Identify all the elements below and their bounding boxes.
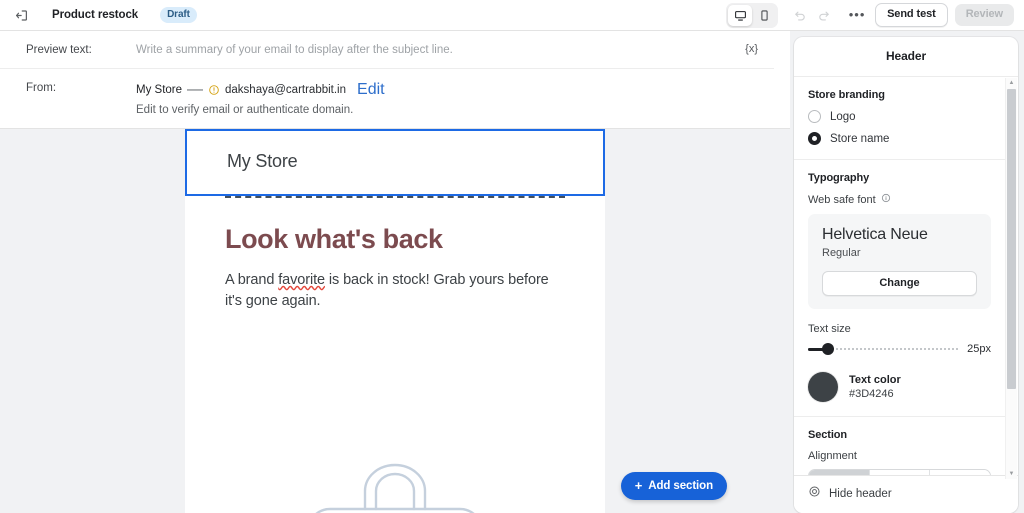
web-safe-font-label: Web safe font [808,193,876,206]
hide-header-button[interactable]: Hide header [794,475,1018,513]
preview-mode-toggle [726,2,779,28]
radio-option-store-name[interactable]: Store name [808,132,991,145]
merge-variable-icon[interactable]: {x} [745,43,758,55]
page-title: Product restock [52,9,139,21]
text-color-label: Text color [849,374,901,386]
email-meta-fields: Preview text: Write a summary of your em… [0,31,790,129]
panel-scroll-area: Store branding Logo Store name Typograph… [794,77,1018,475]
top-toolbar: Product restock Draft ••• Send test Revi… [0,0,1024,31]
email-editor-app: Product restock Draft ••• Send test Revi… [0,0,1024,513]
warning-icon [208,84,220,96]
from-label: From: [26,82,57,94]
panel-title: Header [794,37,1018,77]
from-email: dakshaya@cartrabbit.in [225,84,347,96]
from-row: From: My Store — dakshaya@cartrabbit.in … [0,68,774,128]
align-left-icon[interactable] [809,470,870,475]
from-line: My Store — dakshaya@cartrabbit.in Edit [136,81,385,99]
font-name: Helvetica Neue [822,226,928,243]
text-color-swatch[interactable] [808,372,838,402]
exit-icon[interactable] [10,4,32,26]
change-font-button[interactable]: Change [822,271,977,296]
redo-icon[interactable] [813,4,835,26]
email-text-block[interactable]: Look what's back A brand favorite is bac… [185,198,605,341]
bag-illustration [185,451,605,513]
status-badge: Draft [160,7,197,23]
preview-text-input[interactable]: Write a summary of your email to display… [136,43,774,56]
desktop-icon[interactable] [728,4,753,26]
more-options-icon[interactable]: ••• [846,4,868,26]
email-canvas[interactable]: My Store Look what's back A brand favori… [0,129,790,513]
text-size-group: Text size 25px [808,323,991,356]
from-edit-link[interactable]: Edit [357,81,385,99]
review-button[interactable]: Review [954,4,1014,26]
store-branding-section: Store branding Logo Store name [794,77,1005,160]
undo-icon[interactable] [789,4,811,26]
scroll-down-icon[interactable]: ▼ [1009,469,1015,479]
from-warning-text: Edit to verify email or authenticate dom… [136,104,354,116]
radio-label-logo: Logo [830,110,856,123]
font-weight: Regular [822,247,861,259]
eye-hidden-icon [808,485,821,503]
email-divider [225,196,565,198]
email-misspelled-word: favorite [278,272,325,289]
email-preview: My Store Look what's back A brand favori… [185,129,605,513]
from-name: My Store [136,84,183,96]
typography-title: Typography [808,172,870,184]
email-header-block[interactable]: My Store [185,129,605,196]
editor-body: Preview text: Write a summary of your em… [0,31,1024,513]
toolbar-right-group: ••• Send test Review [726,2,1014,28]
email-paragraph: A brand favorite is back in stock! Grab … [225,270,565,311]
section-settings: Section Alignment [794,417,1005,475]
plus-icon: + [634,478,643,493]
align-center-icon[interactable] [869,470,931,475]
slider-knob[interactable] [821,343,834,355]
text-color-hex: #3D4246 [849,388,894,400]
mobile-icon[interactable] [752,5,776,26]
send-test-button[interactable]: Send test [875,3,948,27]
email-heading: Look what's back [225,224,443,254]
email-store-name: My Store [227,151,298,171]
toolbar-left-group: Product restock Draft [10,4,197,26]
text-color-row[interactable]: Text color #3D4246 [808,372,991,402]
text-size-slider-row: 25px [808,342,991,356]
settings-sidebar: Header Store branding Logo Store name Ty… [790,31,1024,513]
header-settings-panel: Header Store branding Logo Store name Ty… [794,37,1018,513]
radio-label-store-name: Store name [830,132,890,145]
radio-icon-logo [808,110,821,123]
text-size-label: Text size [808,323,851,335]
editor-column: Preview text: Write a summary of your em… [0,31,790,513]
email-paragraph-part1: A brand [225,272,279,289]
text-color-info: Text color #3D4246 [849,374,901,400]
store-branding-title: Store branding [808,89,885,101]
hide-header-label: Hide header [829,488,892,500]
more-options-label: ••• [848,6,866,22]
from-value-group: My Store — dakshaya@cartrabbit.in Edit E… [136,81,385,116]
radio-icon-store-name [808,132,821,145]
preview-text-row: Preview text: Write a summary of your em… [0,31,774,68]
align-right-icon[interactable] [930,470,990,475]
text-size-value: 25px [967,343,991,355]
typography-section: Typography Web safe font Helvetica Neue … [794,160,1005,417]
info-icon[interactable] [881,193,891,206]
radio-option-logo[interactable]: Logo [808,110,991,123]
from-dash: — [187,81,204,98]
scrollbar-thumb[interactable] [1007,89,1016,389]
text-size-slider[interactable] [808,342,959,356]
font-preview-card: Helvetica Neue Regular Change [808,214,991,309]
alignment-label: Alignment [808,450,857,462]
alignment-button-group [808,469,991,475]
history-controls [789,4,835,26]
scroll-up-icon[interactable]: ▲ [1009,78,1015,88]
add-section-label: Add section [648,479,713,492]
add-section-button[interactable]: + Add section [620,472,727,500]
sidebar-scrollbar[interactable]: ▲ ▼ [1005,78,1017,479]
section-title: Section [808,429,848,441]
preview-text-label: Preview text: [26,44,92,56]
web-safe-font-label-row: Web safe font [808,193,991,206]
